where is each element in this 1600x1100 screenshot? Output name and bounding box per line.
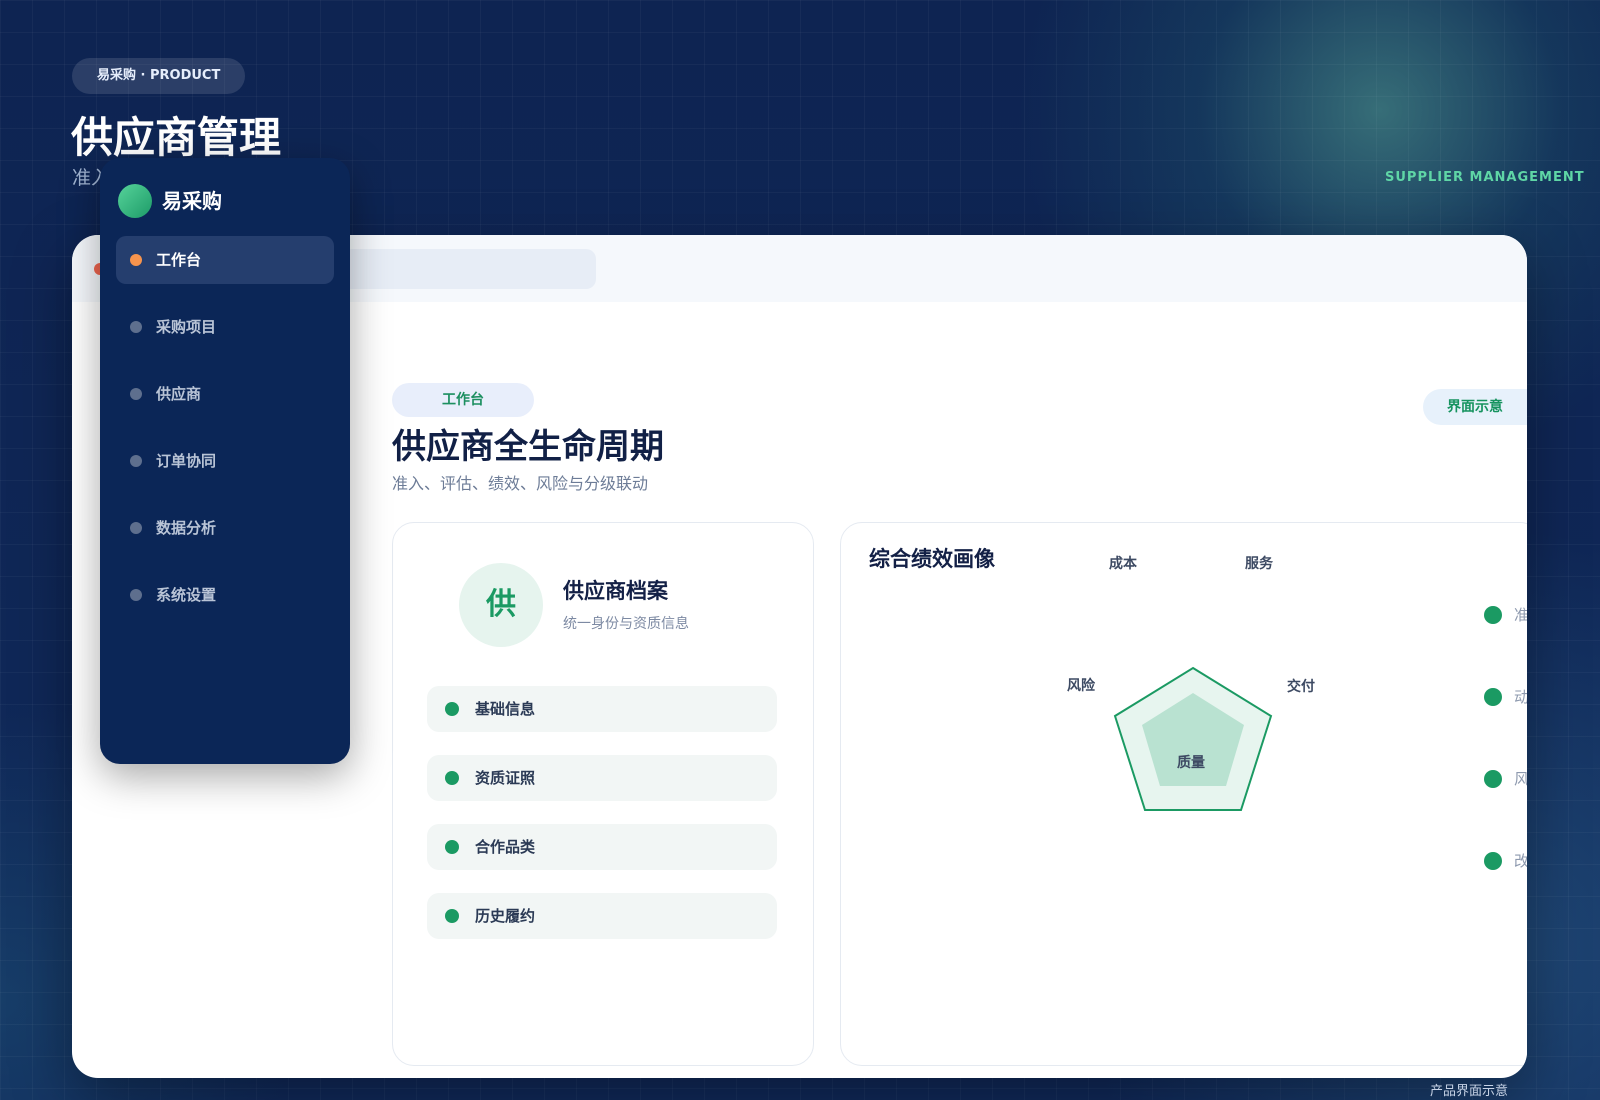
sidebar-item-data-analysis[interactable]: 数据分析: [116, 504, 334, 552]
performance-card: 综合绩效画像 成本 服务 交付 质量 风险 准入评估 动态绩效 风险分级 改进淘…: [840, 522, 1527, 1066]
bullet-icon: [445, 702, 459, 716]
legend-label: 准入评估: [1514, 606, 1527, 624]
sidebar-item-label: 供应商: [156, 385, 202, 403]
sidebar-item-procurement-projects[interactable]: 采购项目: [116, 303, 334, 351]
radar-axis-label: 成本: [1109, 556, 1137, 572]
profile-field-label: 合作品类: [475, 838, 536, 856]
profile-field[interactable]: 资质证照: [427, 755, 777, 801]
profile-field-label: 基础信息: [475, 700, 536, 718]
legend-dot-icon: [1484, 606, 1502, 624]
radar-axis-label: 服务: [1245, 556, 1273, 572]
sidebar-item-label: 采购项目: [156, 318, 217, 336]
radar-axis-label: 交付: [1287, 679, 1315, 695]
supplier-profile-card: 供 供应商档案 统一身份与资质信息 基础信息 资质证照 合作品类 历史履约: [392, 522, 814, 1066]
profile-field[interactable]: 基础信息: [427, 686, 777, 732]
nav-dot-icon: [130, 455, 142, 467]
sidebar-item-label: 系统设置: [156, 586, 217, 604]
legend-label: 动态绩效: [1514, 688, 1527, 706]
page-title: 供应商管理: [71, 113, 282, 162]
sidebar-item-workbench[interactable]: 工作台: [116, 236, 334, 284]
profile-field-label: 历史履约: [475, 907, 536, 925]
bullet-icon: [445, 909, 459, 923]
footer-note: 产品界面示意: [1430, 1084, 1509, 1099]
sidebar-item-label: 工作台: [156, 251, 202, 269]
sidebar-item-order-collaboration[interactable]: 订单协同: [116, 437, 334, 485]
brand-pill: 易采购 · PRODUCT: [72, 58, 246, 94]
avatar: 供: [459, 563, 543, 647]
bullet-icon: [445, 771, 459, 785]
nav-dot-icon: [130, 589, 142, 601]
legend-dot-icon: [1484, 852, 1502, 870]
sidebar-item-suppliers[interactable]: 供应商: [116, 370, 334, 418]
workspace-pill: 工作台: [392, 383, 534, 417]
profile-field[interactable]: 合作品类: [427, 824, 777, 870]
bullet-icon: [445, 840, 459, 854]
nav-dot-icon: [130, 321, 142, 333]
profile-title: 供应商档案: [563, 579, 668, 603]
side-label: SUPPLIER MANAGEMENT: [1385, 170, 1585, 185]
radar-axis-label: 风险: [1067, 678, 1095, 694]
logo-icon: [118, 184, 152, 218]
legend-label: 风险分级: [1514, 770, 1527, 788]
sidebar: 易采购 工作台 采购项目 供应商 订单协同 数据分析 系统设置: [100, 158, 350, 764]
profile-field-label: 资质证照: [475, 769, 536, 787]
demo-pill: 界面示意: [1423, 389, 1527, 425]
sidebar-item-label: 订单协同: [156, 452, 217, 470]
legend-dot-icon: [1484, 770, 1502, 788]
nav-dot-icon: [130, 254, 142, 266]
legend-label: 改进淘汰: [1514, 852, 1527, 870]
profile-field[interactable]: 历史履约: [427, 893, 777, 939]
profile-subtitle: 统一身份与资质信息: [563, 616, 689, 632]
logo-text: 易采购: [162, 189, 222, 213]
nav-dot-icon: [130, 388, 142, 400]
sidebar-item-settings[interactable]: 系统设置: [116, 571, 334, 619]
legend-dot-icon: [1484, 688, 1502, 706]
nav-dot-icon: [130, 522, 142, 534]
address-bar[interactable]: [342, 249, 596, 289]
sidebar-item-label: 数据分析: [156, 519, 217, 537]
section-subtitle: 准入、评估、绩效、风险与分级联动: [392, 474, 649, 493]
radar-axis-label: 质量: [1177, 755, 1205, 771]
radar-chart: [1113, 666, 1273, 811]
section-title: 供应商全生命周期: [392, 427, 664, 467]
